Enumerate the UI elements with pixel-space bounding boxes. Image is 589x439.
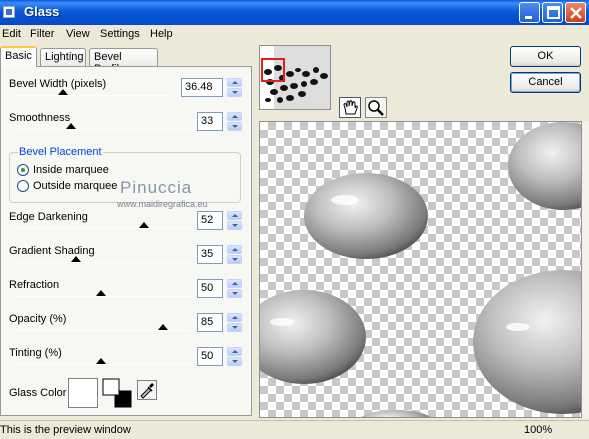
edge-darkening-spinner[interactable] bbox=[227, 211, 242, 230]
minimize-button[interactable] bbox=[519, 2, 540, 23]
menu-help[interactable]: Help bbox=[150, 28, 173, 40]
cancel-button[interactable]: Cancel bbox=[510, 72, 581, 93]
gradient-shading-slider-thumb[interactable] bbox=[71, 256, 82, 262]
refraction-slider[interactable] bbox=[12, 296, 190, 297]
glass-blob bbox=[361, 410, 431, 417]
color-swap-icon[interactable] bbox=[102, 378, 134, 410]
spin-up-icon[interactable] bbox=[227, 112, 242, 121]
tinting-slider[interactable] bbox=[12, 364, 190, 365]
preview-scrollbar[interactable] bbox=[582, 121, 589, 418]
tinting-label: Tinting (%) bbox=[9, 347, 62, 359]
edge-darkening-slider[interactable] bbox=[12, 228, 190, 229]
edge-darkening-slider-thumb[interactable] bbox=[138, 222, 149, 228]
spin-down-icon[interactable] bbox=[227, 122, 242, 131]
status-bar: This is the preview window 100% bbox=[0, 420, 589, 439]
edge-darkening-label: Edge Darkening bbox=[9, 211, 88, 223]
bevel-width-slider[interactable] bbox=[12, 95, 172, 96]
glass-color-label: Glass Color bbox=[9, 387, 67, 399]
gradient-shading-label: Gradient Shading bbox=[9, 245, 95, 257]
navigator-thumbnail[interactable] bbox=[259, 45, 331, 110]
outside-marquee-radio[interactable] bbox=[17, 180, 29, 192]
glass-blob bbox=[473, 270, 581, 414]
close-button[interactable] bbox=[565, 2, 586, 23]
pan-hand-icon[interactable] bbox=[339, 97, 361, 118]
tab-bevel-profile[interactable]: Bevel Profile bbox=[89, 48, 158, 75]
status-text: This is the preview window bbox=[0, 424, 131, 436]
menu-filter[interactable]: Filter bbox=[30, 28, 54, 40]
eyedropper-icon[interactable] bbox=[137, 380, 157, 400]
tab-lighting[interactable]: Lighting bbox=[40, 48, 86, 66]
spin-down-icon[interactable] bbox=[227, 255, 242, 264]
zoom-level: 100% bbox=[524, 424, 553, 436]
tab-basic[interactable]: Basic bbox=[0, 46, 37, 67]
opacity-slider-thumb[interactable] bbox=[158, 324, 169, 330]
menu-bar: Edit Filter View Settings Help bbox=[0, 25, 589, 44]
glass-blob bbox=[508, 122, 581, 210]
window-title: Glass bbox=[24, 4, 60, 19]
menu-view[interactable]: View bbox=[66, 28, 90, 40]
smoothness-spinner[interactable] bbox=[227, 112, 242, 131]
spin-up-icon[interactable] bbox=[227, 347, 242, 356]
bevel-width-spinner[interactable] bbox=[227, 78, 242, 97]
menu-settings[interactable]: Settings bbox=[100, 28, 140, 40]
ok-button[interactable]: OK bbox=[510, 46, 581, 67]
maximize-button[interactable] bbox=[542, 2, 563, 23]
smoothness-input[interactable]: 33 bbox=[197, 112, 223, 131]
gradient-shading-input[interactable]: 35 bbox=[197, 245, 223, 264]
preview-window[interactable] bbox=[259, 121, 582, 418]
spin-down-icon[interactable] bbox=[227, 357, 242, 366]
spin-down-icon[interactable] bbox=[227, 88, 242, 97]
gradient-shading-slider[interactable] bbox=[12, 262, 190, 263]
opacity-slider[interactable] bbox=[12, 330, 190, 331]
spin-up-icon[interactable] bbox=[227, 78, 242, 87]
inside-marquee-label[interactable]: Inside marquee bbox=[33, 164, 109, 176]
bevel-width-slider-thumb[interactable] bbox=[58, 89, 69, 95]
app-icon bbox=[3, 6, 15, 18]
watermark-name: Pinuccia bbox=[120, 178, 193, 197]
spin-up-icon[interactable] bbox=[227, 211, 242, 220]
refraction-slider-thumb[interactable] bbox=[96, 290, 106, 296]
glass-color-swatch[interactable] bbox=[68, 378, 98, 408]
title-bar[interactable]: Glass bbox=[0, 0, 589, 25]
bevel-placement-title: Bevel Placement bbox=[18, 146, 103, 158]
spin-down-icon[interactable] bbox=[227, 221, 242, 230]
opacity-spinner[interactable] bbox=[227, 313, 242, 332]
spin-down-icon[interactable] bbox=[227, 289, 242, 298]
tinting-slider-thumb[interactable] bbox=[96, 358, 106, 364]
refraction-label: Refraction bbox=[9, 279, 60, 291]
menu-edit[interactable]: Edit bbox=[2, 28, 21, 40]
outside-marquee-label[interactable]: Outside marquee bbox=[33, 180, 117, 192]
gradient-shading-spinner[interactable] bbox=[227, 245, 242, 264]
edge-darkening-input[interactable]: 52 bbox=[197, 211, 223, 230]
smoothness-label: Smoothness bbox=[9, 112, 71, 124]
tinting-input[interactable]: 50 bbox=[197, 347, 223, 366]
watermark-url: www.maidiregrafica.eu bbox=[117, 199, 208, 209]
zoom-magnifier-icon[interactable] bbox=[365, 97, 387, 118]
glass-blob bbox=[260, 290, 366, 384]
spin-down-icon[interactable] bbox=[227, 323, 242, 332]
opacity-input[interactable]: 85 bbox=[197, 313, 223, 332]
tinting-spinner[interactable] bbox=[227, 347, 242, 366]
smoothness-slider-thumb[interactable] bbox=[65, 123, 76, 129]
spin-up-icon[interactable] bbox=[227, 279, 242, 288]
spin-up-icon[interactable] bbox=[227, 313, 242, 322]
view-frame[interactable] bbox=[261, 58, 285, 82]
refraction-input[interactable]: 50 bbox=[197, 279, 223, 298]
bevel-width-input[interactable]: 36.48 bbox=[181, 78, 223, 97]
refraction-spinner[interactable] bbox=[227, 279, 242, 298]
glass-blob bbox=[304, 173, 428, 259]
spin-up-icon[interactable] bbox=[227, 245, 242, 254]
smoothness-slider[interactable] bbox=[12, 129, 190, 130]
inside-marquee-radio[interactable] bbox=[17, 164, 29, 176]
opacity-label: Opacity (%) bbox=[9, 313, 67, 325]
